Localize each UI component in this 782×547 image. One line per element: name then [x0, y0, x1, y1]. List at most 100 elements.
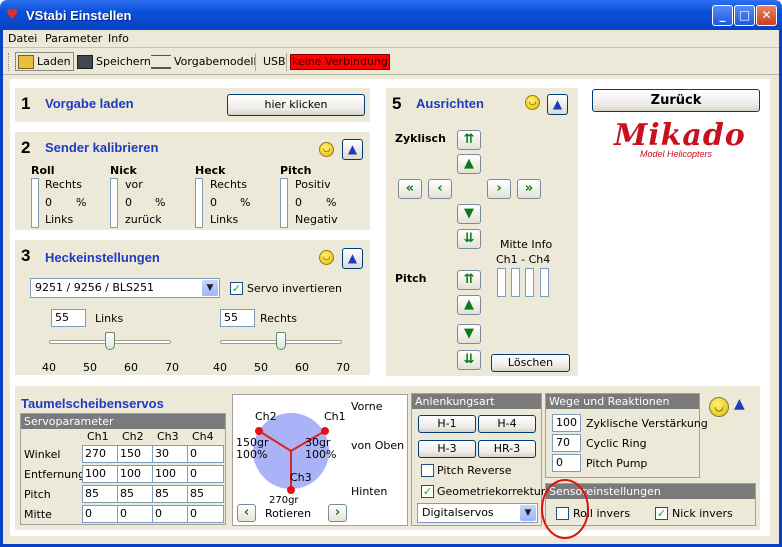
- help-hat-icon[interactable]: ▲: [547, 94, 568, 115]
- servotyp-value: Digitalservos: [422, 506, 494, 519]
- nick-invers-checkbox[interactable]: ✓: [655, 507, 668, 520]
- save-icon: [77, 55, 93, 69]
- section-ausrichten: 5 Ausrichten ◡ ▲ Zyklisch ⇈ ▲ « ‹ › » ▼ …: [386, 88, 578, 376]
- servo-param-input[interactable]: 30: [152, 445, 189, 463]
- heck-links-input[interactable]: 55: [51, 309, 86, 327]
- roll-right-button[interactable]: ›: [487, 179, 511, 199]
- servo-param-input[interactable]: 0: [187, 465, 224, 483]
- servo-param-input[interactable]: 100: [117, 465, 154, 483]
- servo-param-input[interactable]: 85: [187, 485, 224, 503]
- menu-info[interactable]: Info: [108, 32, 129, 45]
- channel-bottom-label: Negativ: [295, 213, 338, 226]
- h4-button[interactable]: H-4: [478, 415, 536, 433]
- rotate-right-button[interactable]: ›: [328, 504, 347, 522]
- nick-up-button[interactable]: ▲: [457, 154, 481, 174]
- pitch-reverse-checkbox[interactable]: [421, 464, 434, 477]
- maximize-button[interactable]: □: [734, 5, 755, 26]
- wege-label: Pitch Pump: [586, 457, 648, 470]
- close-button[interactable]: ✕: [756, 5, 777, 26]
- servo-param-input[interactable]: 0: [152, 505, 189, 523]
- ch1-label: Ch1: [324, 410, 346, 423]
- toolbar: Laden Speichern Vorgabemodell USB keine …: [3, 49, 779, 75]
- pitch-down-button[interactable]: ▼: [457, 324, 481, 344]
- servo-param-input[interactable]: 0: [117, 505, 154, 523]
- servo-param-input[interactable]: 150: [117, 445, 154, 463]
- rotate-left-button[interactable]: ‹: [237, 504, 256, 522]
- section-title: Sender kalibrieren: [45, 140, 159, 155]
- servo-point-ch3: [287, 486, 295, 494]
- help-hat-icon[interactable]: ▲: [734, 396, 745, 412]
- help-hat-icon[interactable]: ▲: [342, 248, 363, 269]
- col-header: Ch1: [87, 430, 109, 443]
- tick-label: 50: [254, 361, 268, 374]
- channel-value: 0: [295, 196, 302, 209]
- servo-param-input[interactable]: 100: [82, 465, 119, 483]
- menu-datei[interactable]: Datei: [8, 32, 37, 45]
- roll-fast-right-button[interactable]: »: [517, 179, 541, 199]
- tick-label: 40: [42, 361, 56, 374]
- left-pct-label: 100%: [236, 448, 268, 461]
- row-label: Pitch: [24, 488, 51, 501]
- servo-param-input[interactable]: 100: [152, 465, 189, 483]
- hier-klicken-button[interactable]: hier klicken: [227, 94, 365, 116]
- highlight-circle-annotation: [541, 479, 589, 539]
- h1-button[interactable]: H-1: [418, 415, 476, 433]
- chevron-down-icon[interactable]: ▼: [520, 505, 536, 521]
- channel-range-label: Ch1 - Ch4: [496, 253, 551, 266]
- channel-unit: %: [155, 196, 166, 209]
- nick-down-button[interactable]: ▼: [457, 204, 481, 224]
- nick-fast-down-button[interactable]: ⇊: [457, 229, 481, 249]
- heck-rechts-input[interactable]: 55: [220, 309, 255, 327]
- zurueck-button[interactable]: Zurück: [592, 89, 760, 112]
- speichern-button[interactable]: Speichern: [77, 54, 151, 70]
- col-header: Ch3: [157, 430, 179, 443]
- mikado-logo: Mikado Model Helicopters: [608, 118, 745, 166]
- h3-button[interactable]: H-3: [418, 440, 476, 458]
- pitch-reverse-label: Pitch Reverse: [437, 464, 512, 477]
- pitch-fast-up-button[interactable]: ⇈: [457, 270, 481, 290]
- roll-left-button[interactable]: ‹: [428, 179, 452, 199]
- smiley-icon: ◡: [319, 142, 334, 157]
- heck-links-slider-thumb[interactable]: [105, 332, 115, 350]
- channel-unit: %: [240, 196, 251, 209]
- geometrie-label: Geometriekorrektur: [437, 485, 546, 498]
- nick-fast-up-button[interactable]: ⇈: [457, 130, 481, 150]
- section-vorgabe-laden: 1 Vorgabe laden hier klicken: [15, 88, 370, 122]
- tick-label: 70: [336, 361, 350, 374]
- col-header: Ch4: [192, 430, 214, 443]
- servo-param-input[interactable]: 270: [82, 445, 119, 463]
- section-number: 2: [21, 138, 31, 157]
- servo-param-input[interactable]: 0: [187, 505, 224, 523]
- channel-bar-nick: [110, 178, 118, 228]
- wege-input[interactable]: 0: [552, 454, 581, 472]
- servo-param-input[interactable]: 85: [152, 485, 189, 503]
- channel-bar-roll: [31, 178, 39, 228]
- chevron-down-icon[interactable]: ▼: [202, 280, 218, 296]
- help-hat-icon[interactable]: ▲: [342, 139, 363, 160]
- wege-input[interactable]: 70: [552, 434, 581, 452]
- pitch-up-button[interactable]: ▲: [457, 295, 481, 315]
- roll-fast-left-button[interactable]: «: [398, 179, 422, 199]
- channel-value: 0: [210, 196, 217, 209]
- loeschen-button[interactable]: Löschen: [491, 354, 570, 372]
- servo-param-input[interactable]: 0: [82, 505, 119, 523]
- servotyp-select[interactable]: Digitalservos ▼: [417, 503, 538, 523]
- heck-rechts-slider-thumb[interactable]: [276, 332, 286, 350]
- laden-button[interactable]: Laden: [15, 52, 74, 71]
- vorgabemodell-button[interactable]: Vorgabemodell: [151, 54, 257, 70]
- minimize-button[interactable]: _: [712, 5, 733, 26]
- servo-param-input[interactable]: 85: [117, 485, 154, 503]
- servo-type-select[interactable]: 9251 / 9256 / BLS251 ▼: [30, 278, 220, 298]
- servo-param-input[interactable]: 85: [82, 485, 119, 503]
- servo-param-input[interactable]: 0: [187, 445, 224, 463]
- geometrie-checkbox[interactable]: ✓: [421, 485, 434, 498]
- hr3-button[interactable]: HR-3: [478, 440, 536, 458]
- servo-invert-checkbox[interactable]: ✓: [230, 282, 243, 295]
- mitte-bar-ch1: [497, 268, 506, 297]
- pitch-fast-down-button[interactable]: ⇊: [457, 350, 481, 370]
- mitte-bar-ch3: [525, 268, 534, 297]
- wege-input[interactable]: 100: [552, 414, 581, 432]
- menu-parameter[interactable]: Parameter: [45, 32, 102, 45]
- channel-bar-heck: [195, 178, 203, 228]
- heck-rechts-label: Rechts: [260, 312, 297, 325]
